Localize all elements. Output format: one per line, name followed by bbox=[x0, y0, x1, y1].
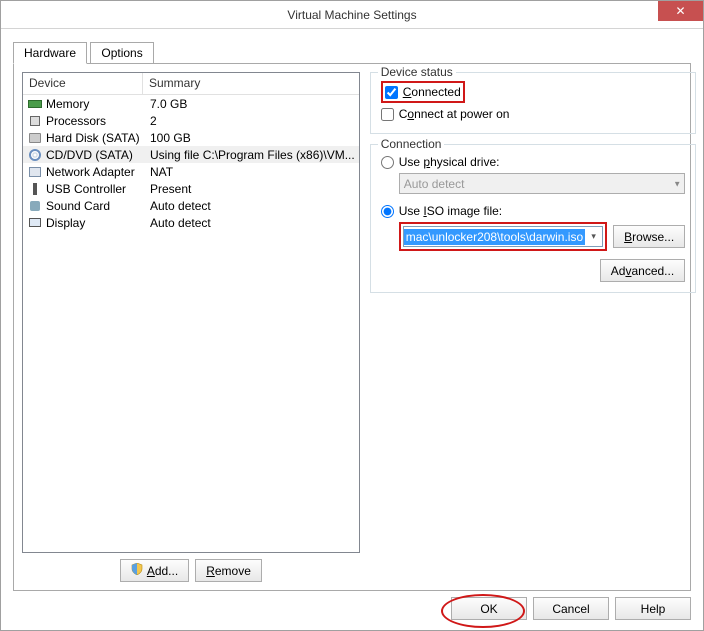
connected-label: Connected bbox=[403, 85, 461, 99]
device-summary: 2 bbox=[146, 114, 355, 128]
device-summary: Auto detect bbox=[146, 199, 355, 213]
iso-row: mac\unlocker208\tools\darwin.iso ▾ Brows… bbox=[381, 222, 685, 251]
device-summary: Using file C:\Program Files (x86)\VM... bbox=[146, 148, 355, 162]
settings-window: Virtual Machine Settings ✕ Hardware Opti… bbox=[0, 0, 704, 631]
cpu-icon bbox=[27, 114, 43, 128]
device-row[interactable]: Memory7.0 GB bbox=[23, 95, 359, 112]
list-buttons: Add... Remove bbox=[22, 559, 360, 582]
device-row[interactable]: Processors2 bbox=[23, 112, 359, 129]
ok-button[interactable]: OK bbox=[451, 597, 527, 620]
cancel-button[interactable]: Cancel bbox=[533, 597, 609, 620]
device-name: Sound Card bbox=[46, 199, 146, 213]
iso-path-value: mac\unlocker208\tools\darwin.iso bbox=[404, 229, 585, 245]
use-iso-label: Use ISO image file: bbox=[399, 204, 502, 218]
device-list[interactable]: Device Summary Memory7.0 GBProcessors2Ha… bbox=[22, 72, 360, 553]
device-row[interactable]: Network AdapterNAT bbox=[23, 163, 359, 180]
titlebar: Virtual Machine Settings ✕ bbox=[1, 1, 703, 29]
device-name: Memory bbox=[46, 97, 146, 111]
close-icon: ✕ bbox=[675, 4, 685, 18]
content-area: Hardware Options Device Summary Memory7.… bbox=[1, 29, 703, 630]
device-row[interactable]: CD/DVD (SATA)Using file C:\Program Files… bbox=[23, 146, 359, 163]
add-button[interactable]: Add... bbox=[120, 559, 189, 582]
connect-poweron-label: Connect at power on bbox=[399, 107, 510, 121]
connected-checkbox-row[interactable]: Connected bbox=[385, 85, 461, 99]
device-summary: NAT bbox=[146, 165, 355, 179]
net-icon bbox=[27, 165, 43, 179]
connected-checkbox[interactable] bbox=[385, 86, 398, 99]
tab-hardware[interactable]: Hardware bbox=[13, 42, 87, 64]
window-title: Virtual Machine Settings bbox=[287, 8, 416, 22]
chevron-down-icon: ▼ bbox=[673, 179, 681, 188]
add-label: Add... bbox=[147, 564, 178, 578]
advanced-row: Advanced... bbox=[381, 259, 685, 282]
mem-icon bbox=[27, 97, 43, 111]
advanced-label: Advanced... bbox=[611, 264, 674, 278]
device-name: USB Controller bbox=[46, 182, 146, 196]
snd-icon bbox=[27, 199, 43, 213]
advanced-button[interactable]: Advanced... bbox=[600, 259, 685, 282]
device-name: Processors bbox=[46, 114, 146, 128]
remove-label: Remove bbox=[206, 564, 251, 578]
device-name: Network Adapter bbox=[46, 165, 146, 179]
shield-icon bbox=[131, 563, 143, 578]
device-status-group: Device status Connected Connect at power… bbox=[370, 72, 696, 134]
connection-legend: Connection bbox=[378, 137, 445, 151]
connection-group: Connection Use physical drive: Auto dete… bbox=[370, 144, 696, 293]
use-iso-radio[interactable] bbox=[381, 205, 394, 218]
iso-path-input[interactable]: mac\unlocker208\tools\darwin.iso ▾ bbox=[403, 226, 603, 247]
col-device[interactable]: Device bbox=[23, 73, 143, 94]
device-name: Hard Disk (SATA) bbox=[46, 131, 146, 145]
device-list-header: Device Summary bbox=[23, 73, 359, 95]
tab-options[interactable]: Options bbox=[90, 42, 153, 63]
browse-button[interactable]: Browse... bbox=[613, 225, 685, 248]
physical-drive-combo: Auto detect ▼ bbox=[399, 173, 685, 194]
connect-poweron-row[interactable]: Connect at power on bbox=[381, 107, 685, 121]
connect-poweron-checkbox[interactable] bbox=[381, 108, 394, 121]
physical-drive-value: Auto detect bbox=[404, 177, 465, 191]
disp-icon bbox=[27, 216, 43, 230]
remove-button[interactable]: Remove bbox=[195, 559, 262, 582]
right-column: Device status Connected Connect at power… bbox=[370, 72, 696, 582]
browse-label: Browse... bbox=[624, 230, 674, 244]
cd-icon bbox=[27, 148, 43, 162]
tabs: Hardware Options bbox=[13, 41, 691, 63]
left-column: Device Summary Memory7.0 GBProcessors2Ha… bbox=[22, 72, 360, 582]
close-button[interactable]: ✕ bbox=[658, 1, 703, 21]
dialog-buttons: OK Cancel Help bbox=[451, 597, 691, 620]
device-row[interactable]: DisplayAuto detect bbox=[23, 214, 359, 231]
hdd-icon bbox=[27, 131, 43, 145]
device-name: Display bbox=[46, 216, 146, 230]
chevron-down-icon[interactable]: ▾ bbox=[585, 231, 602, 242]
device-row[interactable]: Hard Disk (SATA)100 GB bbox=[23, 129, 359, 146]
device-summary: Present bbox=[146, 182, 355, 196]
device-status-legend: Device status bbox=[378, 65, 456, 79]
connected-highlight: Connected bbox=[381, 81, 465, 103]
col-summary[interactable]: Summary bbox=[143, 73, 359, 94]
device-row[interactable]: Sound CardAuto detect bbox=[23, 197, 359, 214]
use-physical-row[interactable]: Use physical drive: bbox=[381, 155, 685, 169]
help-button[interactable]: Help bbox=[615, 597, 691, 620]
device-summary: 7.0 GB bbox=[146, 97, 355, 111]
physical-combo-wrap: Auto detect ▼ bbox=[381, 171, 685, 202]
use-physical-radio[interactable] bbox=[381, 156, 394, 169]
usb-icon bbox=[27, 182, 43, 196]
device-name: CD/DVD (SATA) bbox=[46, 148, 146, 162]
use-iso-row[interactable]: Use ISO image file: bbox=[381, 204, 685, 218]
device-summary: Auto detect bbox=[146, 216, 355, 230]
device-summary: 100 GB bbox=[146, 131, 355, 145]
use-physical-label: Use physical drive: bbox=[399, 155, 500, 169]
iso-highlight: mac\unlocker208\tools\darwin.iso ▾ bbox=[399, 222, 607, 251]
tab-panel: Device Summary Memory7.0 GBProcessors2Ha… bbox=[13, 63, 691, 591]
device-row[interactable]: USB ControllerPresent bbox=[23, 180, 359, 197]
